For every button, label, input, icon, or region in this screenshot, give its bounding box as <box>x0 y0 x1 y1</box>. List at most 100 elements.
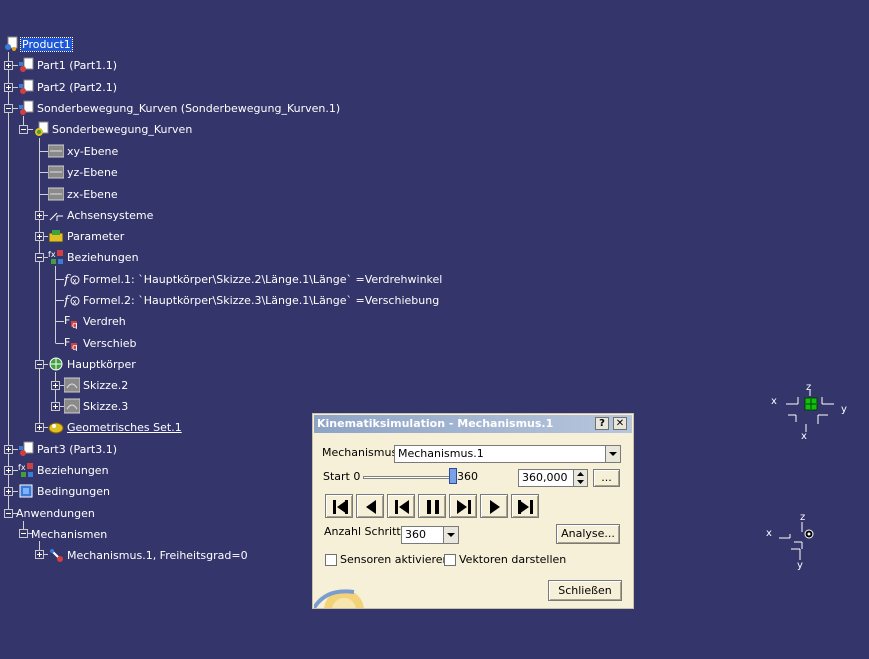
tree-node-mechanismus1[interactable]: Mechanismus.1, Freiheitsgrad=0 <box>48 546 249 564</box>
step-backward-button[interactable] <box>387 494 415 518</box>
tree-label: Anwendungen <box>16 506 95 520</box>
expander-geoset[interactable] <box>35 423 44 432</box>
part-icon <box>18 441 34 457</box>
expander-achsensysteme[interactable] <box>35 211 44 220</box>
step-forward-button[interactable] <box>449 494 477 518</box>
formula-icon: fx <box>64 292 80 308</box>
expander-skizze3[interactable] <box>51 402 60 411</box>
value-field[interactable]: 360,000 <box>518 469 574 487</box>
mechanism-icon <box>48 547 64 563</box>
tree-label: Skizze.3 <box>83 399 129 413</box>
schliessen-button[interactable]: Schließen <box>548 580 622 601</box>
chevron-down-icon[interactable] <box>443 527 458 543</box>
vektoren-checkbox[interactable] <box>444 554 456 566</box>
expander-bedingungen[interactable] <box>4 487 13 496</box>
tree-node-beziehungen[interactable]: fx Beziehungen <box>18 461 110 479</box>
anzahl-schritte-label: Anzahl Schritte: <box>324 525 412 538</box>
expander-anwendungen[interactable] <box>4 509 13 518</box>
compass-main-x-label-2: x <box>801 431 807 442</box>
part-icon <box>18 100 34 116</box>
svg-text:fx: fx <box>48 250 56 259</box>
axis-triad-y-label: y <box>797 560 803 571</box>
tree-label: Formel.1: `Hauptkörper\Skizze.2\Länge.1\… <box>83 272 443 286</box>
svg-text:fx: fx <box>18 463 26 472</box>
axis-triad-x-label: x <box>766 528 772 539</box>
tree-node-skizze3[interactable]: Skizze.3 <box>64 397 129 415</box>
tree-node-xy-ebene[interactable]: xy-Ebene <box>48 142 119 160</box>
compass-main[interactable]: z x y x <box>768 382 852 444</box>
tree-node-geoset[interactable]: Geometrisches Set.1 <box>48 418 183 436</box>
tree-node-product1[interactable]: Product1 <box>3 35 73 53</box>
help-button[interactable]: ? <box>595 417 609 430</box>
tree-label: Part1 (Part1.1) <box>37 58 118 72</box>
tree-node-zx-ebene[interactable]: zx-Ebene <box>48 185 119 203</box>
tree-node-anwendungen[interactable]: Anwendungen <box>15 504 96 522</box>
tree-node-formel2[interactable]: fx Formel.2: `Hauptkörper\Skizze.3\Länge… <box>64 291 440 309</box>
slider-thumb[interactable] <box>449 468 457 484</box>
expander-part3[interactable] <box>4 445 13 454</box>
jump-to-start-button[interactable] <box>325 494 353 518</box>
catia-logo <box>314 574 364 608</box>
more-button[interactable]: ... <box>593 469 620 487</box>
jump-to-end-icon <box>518 500 533 514</box>
tree-label: Parameter <box>67 229 125 243</box>
expander-mechanismus1[interactable] <box>35 550 44 559</box>
plane-icon <box>48 186 64 202</box>
svg-text:g: g <box>72 343 78 351</box>
tree-node-achsensysteme[interactable]: Achsensysteme <box>48 206 154 224</box>
expander-part2[interactable] <box>4 83 13 92</box>
plane-icon <box>48 143 64 159</box>
slider-track[interactable] <box>363 476 457 479</box>
expander-sonder[interactable] <box>4 104 13 113</box>
tree-label: Part2 (Part2.1) <box>37 80 118 94</box>
tree-label: Beziehungen <box>67 250 139 264</box>
tree-node-parameter[interactable]: Parameter <box>48 227 125 245</box>
tree-node-mechanismen[interactable]: Mechanismen <box>30 525 108 543</box>
svg-text:F: F <box>64 314 70 327</box>
tree-node-verschieb[interactable]: Fg Verschieb <box>64 334 138 352</box>
value-spinner[interactable] <box>573 469 588 487</box>
step-forward-icon <box>457 500 471 514</box>
mechanismus-combo[interactable]: Mechanismus.1 <box>394 445 621 463</box>
tree-node-yz-ebene[interactable]: yz-Ebene <box>48 163 119 181</box>
tree-node-formel1[interactable]: fx Formel.1: `Hauptkörper\Skizze.2\Länge… <box>64 270 443 288</box>
tree-node-bedingungen[interactable]: Bedingungen <box>18 482 111 500</box>
tree-node-part3[interactable]: Part3 (Part3.1) <box>18 440 118 458</box>
close-button[interactable]: ✕ <box>613 417 627 430</box>
expander-mechanismen[interactable] <box>19 529 28 538</box>
tree-node-beziehungen-inner[interactable]: fx Beziehungen <box>48 248 140 266</box>
tree-node-sonder-part[interactable]: Sonderbewegung_Kurven <box>33 120 193 138</box>
spinner-arrows-icon <box>577 472 584 484</box>
svg-text:f: f <box>64 294 71 308</box>
expander-beziehungen[interactable] <box>4 466 13 475</box>
play-forward-button[interactable] <box>480 494 508 518</box>
pause-button[interactable] <box>418 494 446 518</box>
expander-skizze2[interactable] <box>51 381 60 390</box>
expander-beziehungen-inner[interactable] <box>35 253 44 262</box>
sensoren-checkbox[interactable] <box>325 554 337 566</box>
dialog-titlebar[interactable]: Kinematiksimulation - Mechanismus.1 <box>314 415 632 433</box>
jump-to-end-button[interactable] <box>511 494 539 518</box>
anzahl-schritte-combo[interactable]: 360 <box>401 526 459 544</box>
expander-sonder-part[interactable] <box>19 125 28 134</box>
expander-parameter[interactable] <box>35 232 44 241</box>
play-backward-button[interactable] <box>356 494 384 518</box>
chevron-down-icon[interactable] <box>605 446 620 462</box>
tree-node-verdreh[interactable]: Fg Verdreh <box>64 312 127 330</box>
tree-node-part2[interactable]: Part2 (Part2.1) <box>18 78 118 96</box>
tree-node-skizze2[interactable]: Skizze.2 <box>64 376 129 394</box>
analyse-button[interactable]: Analyse... <box>556 524 620 544</box>
tree-node-part1[interactable]: Part1 (Part1.1) <box>18 56 118 74</box>
part-icon <box>18 79 34 95</box>
tree-node-sonderbewegung[interactable]: Sonderbewegung_Kurven (Sonderbewegung_Ku… <box>18 99 341 117</box>
play-forward-icon <box>490 500 500 514</box>
tree-label: Sonderbewegung_Kurven (Sonderbewegung_Ku… <box>37 101 341 115</box>
sensoren-label: Sensoren aktivieren <box>340 553 450 566</box>
slider-max-label: 360 <box>457 470 478 483</box>
expander-part1[interactable] <box>4 61 13 70</box>
dialog-title: Kinematiksimulation - Mechanismus.1 <box>317 417 554 430</box>
svg-text:F: F <box>64 336 70 349</box>
tree-node-hauptkoerper[interactable]: Hauptkörper <box>48 355 137 373</box>
product-icon <box>3 36 19 52</box>
expander-hauptkoerper[interactable] <box>35 360 44 369</box>
